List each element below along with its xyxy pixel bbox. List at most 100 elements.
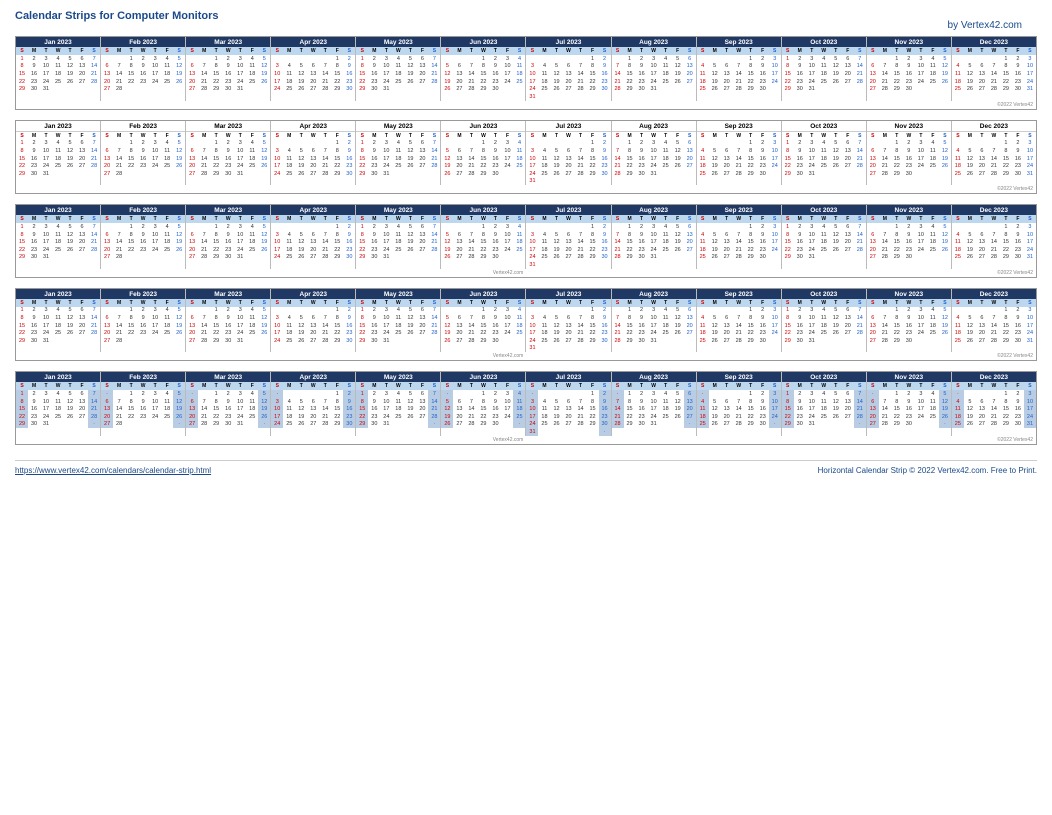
day-cell: 19 bbox=[173, 322, 185, 330]
copyright: ©2022 Vertex42 bbox=[997, 437, 1033, 443]
day-cell: 24 bbox=[1024, 162, 1036, 170]
day-cell: 2 bbox=[794, 55, 806, 63]
day-cell: 22 bbox=[477, 246, 489, 254]
day-cell: 19 bbox=[709, 162, 721, 170]
day-cell: 31 bbox=[234, 337, 246, 345]
day-cell: 11 bbox=[52, 147, 64, 155]
day-cell: 6 bbox=[453, 231, 465, 239]
dow-label: S bbox=[769, 132, 781, 140]
day-cell: · bbox=[830, 254, 842, 262]
day-cell: · bbox=[149, 421, 161, 429]
day-cell: 10 bbox=[380, 314, 392, 322]
month-col-3: Apr 2023SMTWTFS·····12345678910111213141… bbox=[271, 205, 356, 269]
dow-label: T bbox=[234, 382, 246, 390]
dow-label: T bbox=[319, 47, 331, 55]
day-cell: 11 bbox=[52, 231, 64, 239]
day-cell: 21 bbox=[428, 405, 440, 413]
month-header: Oct 2023 bbox=[782, 289, 866, 299]
watermark bbox=[19, 102, 997, 108]
dow-label: W bbox=[392, 47, 404, 55]
day-cell: 5 bbox=[672, 390, 684, 398]
day-cell: 30 bbox=[28, 421, 40, 429]
day-cell: 24 bbox=[648, 413, 660, 421]
dow-label: F bbox=[76, 47, 88, 55]
dow-label: W bbox=[392, 382, 404, 390]
dow-label: T bbox=[149, 132, 161, 140]
day-cell: 22 bbox=[587, 413, 599, 421]
day-cell: 7 bbox=[879, 147, 891, 155]
day-cell: 7 bbox=[428, 140, 440, 148]
day-cell: · bbox=[551, 223, 563, 231]
day-cell: 7 bbox=[988, 314, 1000, 322]
day-cell: 29 bbox=[782, 421, 794, 429]
day-cell: 18 bbox=[392, 238, 404, 246]
day-cell: 12 bbox=[964, 405, 976, 413]
day-cell: 5 bbox=[939, 390, 951, 398]
day-cell: 28 bbox=[575, 170, 587, 178]
day-cell: 16 bbox=[222, 155, 234, 163]
day-cell: 13 bbox=[842, 231, 854, 239]
day-cell: 21 bbox=[88, 155, 100, 163]
footer-url[interactable]: https://www.vertex42.com/calendars/calen… bbox=[15, 466, 211, 475]
day-cell: 22 bbox=[331, 246, 343, 254]
day-cell: 22 bbox=[782, 329, 794, 337]
dow-label: T bbox=[830, 299, 842, 307]
day-cell: 1 bbox=[210, 223, 222, 231]
month-col-11: Dec 2023SMTWTFS····123456789101112131415… bbox=[952, 289, 1036, 353]
day-cell: 27 bbox=[416, 246, 428, 254]
day-cell: 10 bbox=[806, 63, 818, 71]
day-cell: 15 bbox=[624, 70, 636, 78]
dow-label: F bbox=[1012, 215, 1024, 223]
day-cell: · bbox=[879, 55, 891, 63]
day-cell: 2 bbox=[599, 390, 611, 398]
dow-label: W bbox=[137, 382, 149, 390]
dow-label: T bbox=[575, 47, 587, 55]
day-cell: 21 bbox=[988, 246, 1000, 254]
day-cell: 4 bbox=[818, 55, 830, 63]
day-cell: 6 bbox=[684, 223, 696, 231]
day-cell: 14 bbox=[465, 405, 477, 413]
day-cell: 19 bbox=[672, 238, 684, 246]
dow-label: F bbox=[757, 47, 769, 55]
day-cell: 15 bbox=[477, 70, 489, 78]
day-cell: 4 bbox=[818, 307, 830, 315]
day-cell: 23 bbox=[28, 162, 40, 170]
day-cell: 13 bbox=[842, 314, 854, 322]
day-cell: 11 bbox=[818, 63, 830, 71]
day-cell: 19 bbox=[404, 155, 416, 163]
day-cell: 17 bbox=[806, 70, 818, 78]
day-cell: 27 bbox=[186, 170, 198, 178]
dow-label: F bbox=[927, 382, 939, 390]
day-cell: 14 bbox=[113, 70, 125, 78]
dow-label: T bbox=[40, 382, 52, 390]
dow-label: W bbox=[988, 132, 1000, 140]
day-cell: 9 bbox=[794, 63, 806, 71]
day-cell: 6 bbox=[307, 63, 319, 71]
day-cell: 5 bbox=[404, 140, 416, 148]
day-cell: 18 bbox=[392, 405, 404, 413]
day-cell: 23 bbox=[343, 413, 355, 421]
dow-label: W bbox=[733, 132, 745, 140]
day-cell: 15 bbox=[782, 405, 794, 413]
day-cell: · bbox=[830, 421, 842, 429]
day-cell: · bbox=[513, 170, 525, 178]
day-cell: 8 bbox=[125, 231, 137, 239]
day-cell: 24 bbox=[40, 162, 52, 170]
month-header: Jan 2023 bbox=[16, 121, 100, 132]
day-cell: 2 bbox=[636, 390, 648, 398]
day-cell: 8 bbox=[210, 231, 222, 239]
dow-label: S bbox=[612, 382, 624, 390]
day-cell: 10 bbox=[271, 405, 283, 413]
day-cell: 27 bbox=[101, 254, 113, 262]
day-cell: 20 bbox=[563, 78, 575, 86]
day-cell: 5 bbox=[295, 147, 307, 155]
day-cell: 25 bbox=[697, 170, 709, 178]
day-cell: 10 bbox=[769, 231, 781, 239]
day-cell: 14 bbox=[612, 405, 624, 413]
day-cell: 27 bbox=[842, 329, 854, 337]
day-cell: 25 bbox=[927, 78, 939, 86]
dow-label: T bbox=[636, 299, 648, 307]
day-cell: 20 bbox=[684, 155, 696, 163]
day-cell: · bbox=[526, 390, 538, 398]
month-col-5: Jun 2023SMTWTFS···1234567891011121314151… bbox=[441, 121, 526, 186]
